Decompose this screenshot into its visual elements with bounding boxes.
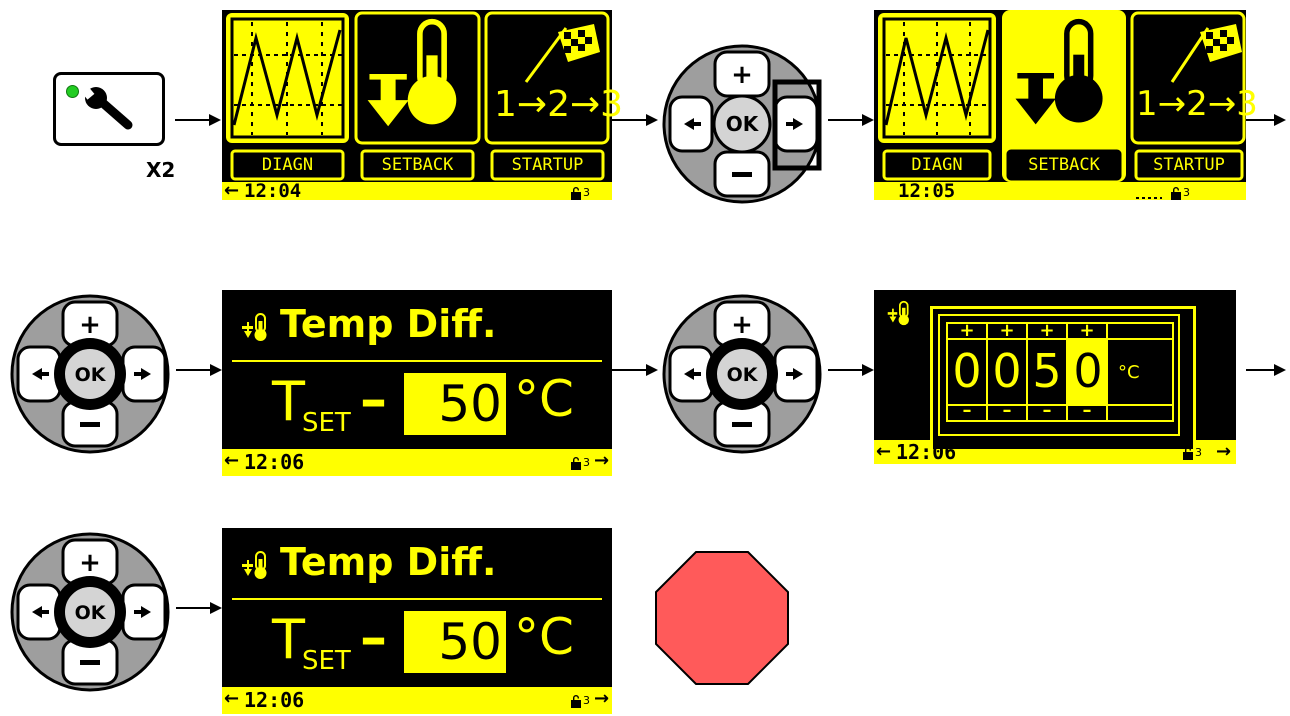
digit-1-minus-button[interactable]: –	[948, 400, 986, 421]
flow-arrow	[1246, 364, 1286, 376]
digit-4-selected[interactable]: 0	[1068, 344, 1108, 398]
flow-arrow	[828, 364, 874, 376]
status-time: 12:06	[896, 440, 957, 464]
digit-1[interactable]: 0	[948, 344, 986, 398]
lock-icon	[570, 694, 582, 708]
digit-2-plus-button[interactable]: +	[988, 320, 1026, 341]
t-subscript: SET	[302, 408, 351, 438]
svg-text:+: +	[79, 310, 101, 340]
menu-screen-1: 1→2→3 DIAGN SETBACK STARTUP ← 12:04 3	[222, 10, 624, 202]
menu-label-diagn[interactable]: DIAGN	[884, 155, 990, 175]
menu-label-startup[interactable]: STARTUP	[1136, 155, 1242, 175]
lock-icon	[570, 456, 582, 470]
status-left-arrow: ←	[224, 688, 240, 709]
status-right-arrow: →	[594, 688, 610, 709]
screen-title: Temp Diff.	[280, 302, 497, 346]
digit-4-plus-button[interactable]: +	[1068, 320, 1106, 341]
lock-level: 3	[583, 456, 590, 469]
temp-diff-screen-1: Temp Diff. T SET – 50 °C ← 12:06 3 →	[222, 290, 612, 476]
thermometer-small-icon	[240, 312, 270, 342]
unit-label: °C	[1118, 362, 1140, 383]
wrench-icon	[83, 87, 133, 130]
svg-text:+: +	[731, 310, 753, 340]
thermometer-small-icon	[240, 550, 270, 580]
svg-text:OK: OK	[75, 364, 107, 386]
lock-level: 3	[1183, 186, 1190, 199]
digit-1-plus-button[interactable]: +	[948, 320, 986, 341]
stop-octagon-icon	[655, 551, 789, 685]
temp-diff-screen-2: Temp Diff. T SET – 50 °C ← 12:06 3 →	[222, 528, 612, 714]
t-label: T	[272, 608, 305, 671]
value-edit-screen: + + + + 0 0 5 0 °C – – – – ← 12:06 3 →	[874, 290, 1236, 464]
dpad-ok-press[interactable]: OK +	[6, 528, 176, 698]
svg-text:+: +	[79, 548, 101, 578]
flow-arrow	[612, 364, 658, 376]
status-left-arrow: ←	[224, 180, 240, 201]
lock-icon	[1182, 446, 1194, 460]
t-subscript: SET	[302, 646, 351, 676]
menu-label-setback[interactable]: SETBACK	[362, 155, 473, 175]
repeat-count-label: X2	[146, 158, 176, 182]
setpoint-value[interactable]: 50	[404, 611, 506, 673]
lock-level: 3	[1195, 446, 1202, 459]
status-left-arrow: ←	[224, 450, 240, 471]
digit-4-minus-button[interactable]: –	[1068, 400, 1106, 421]
dpad-right-press[interactable]: OK +	[658, 40, 828, 210]
digit-3-minus-button[interactable]: –	[1028, 400, 1066, 421]
unit-label: °C	[514, 370, 574, 428]
status-led-icon	[66, 85, 79, 98]
flow-arrow	[176, 602, 222, 614]
thermometer-small-icon	[886, 300, 912, 326]
flow-arrow	[175, 114, 221, 126]
digit-2[interactable]: 0	[988, 344, 1026, 398]
svg-text:OK: OK	[727, 364, 759, 386]
svg-text:OK: OK	[726, 112, 760, 136]
digit-3-plus-button[interactable]: +	[1028, 320, 1066, 341]
status-right-arrow: →	[1216, 441, 1232, 462]
digit-2-minus-button[interactable]: –	[988, 400, 1026, 421]
t-label: T	[272, 370, 305, 433]
status-right-arrow: →	[594, 450, 610, 471]
dash-label: –	[360, 368, 387, 431]
startup-sequence-label: 1→2→3	[1136, 84, 1258, 124]
setpoint-value[interactable]: 50	[404, 373, 506, 435]
svg-text:+: +	[731, 60, 753, 90]
flow-arrow	[612, 114, 658, 126]
dash-label: –	[360, 606, 387, 669]
status-left-arrow: ←	[876, 441, 892, 462]
dpad-ok-press[interactable]: OK +	[6, 290, 176, 460]
status-time: 12:04	[244, 180, 302, 202]
svg-text:OK: OK	[75, 602, 107, 624]
menu-screen-2: 1→2→3 DIAGN SETBACK STARTUP 12:05 3	[874, 10, 1258, 202]
status-time: 12:05	[898, 180, 956, 202]
menu-label-startup[interactable]: STARTUP	[492, 155, 603, 175]
flow-arrow	[828, 114, 874, 126]
menu-label-setback-selected[interactable]: SETBACK	[1008, 155, 1120, 175]
digit-3[interactable]: 5	[1028, 344, 1066, 398]
dpad-ok-press[interactable]: OK +	[658, 290, 828, 460]
status-time: 12:06	[244, 450, 305, 474]
unit-label: °C	[514, 608, 574, 666]
lock-level: 3	[583, 694, 590, 707]
startup-sequence-label: 1→2→3	[494, 84, 624, 125]
flow-arrow	[1246, 114, 1286, 126]
menu-label-diagn[interactable]: DIAGN	[232, 155, 343, 175]
flow-arrow	[176, 364, 222, 376]
status-time: 12:06	[244, 688, 305, 712]
maintenance-button[interactable]	[53, 72, 165, 146]
screen-title: Temp Diff.	[280, 540, 497, 584]
lock-level: 3	[583, 186, 590, 199]
